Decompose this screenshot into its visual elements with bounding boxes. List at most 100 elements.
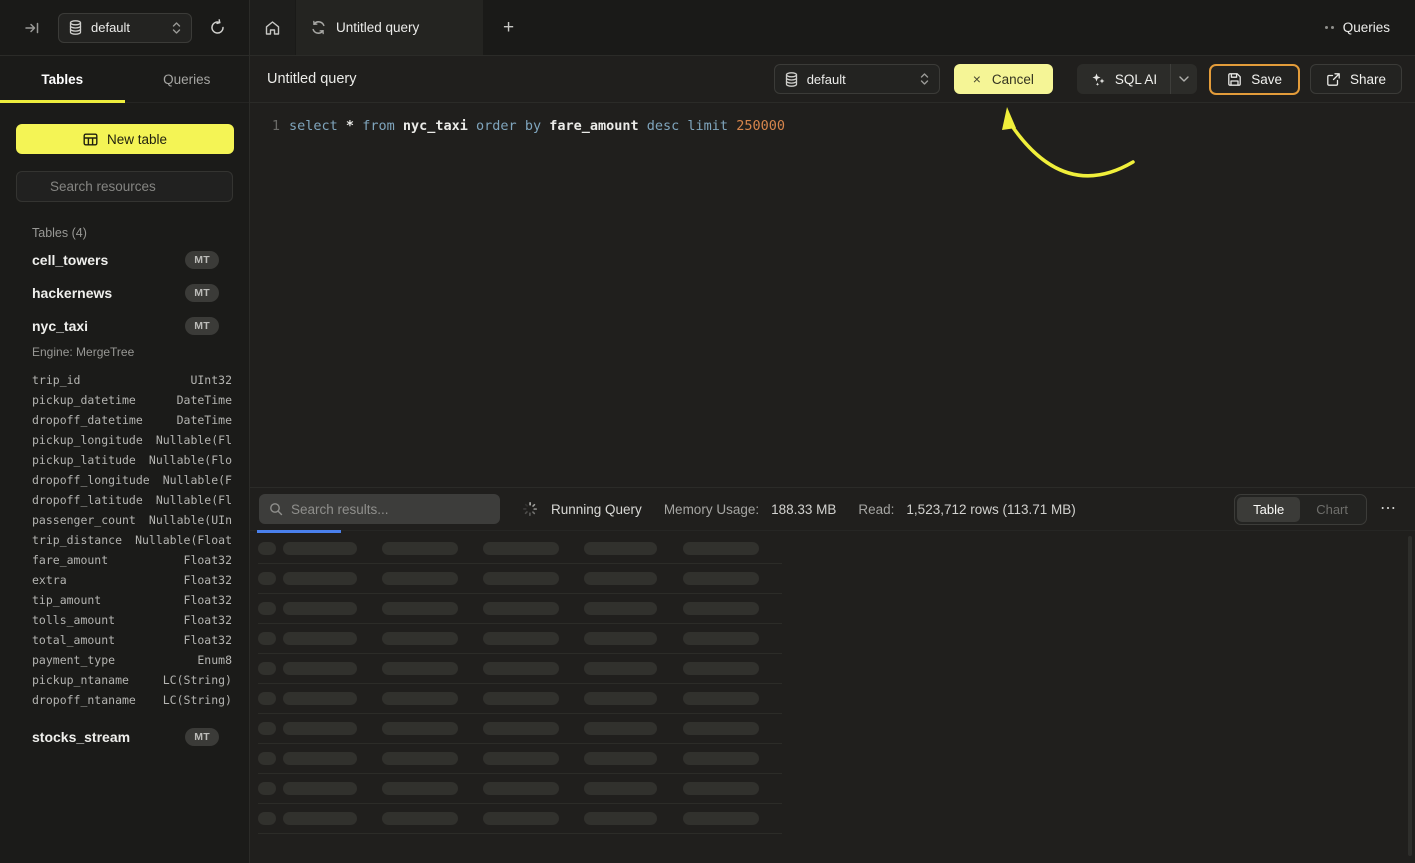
- skeleton-cell: [258, 782, 276, 795]
- results-panel: Running Query Memory Usage: 188.33 MB Re…: [250, 487, 1415, 863]
- sql-token: [354, 118, 362, 134]
- skeleton-cell: [382, 542, 458, 555]
- skeleton-cell: [683, 752, 759, 765]
- column-row: trip_idUInt32: [32, 370, 232, 390]
- skeleton-cell: [683, 812, 759, 825]
- skeleton-cell: [283, 812, 357, 825]
- results-toolbar: Running Query Memory Usage: 188.33 MB Re…: [250, 488, 1415, 531]
- table-name: nyc_taxi: [32, 318, 88, 334]
- query-database-value: default: [807, 72, 846, 87]
- table-row-hackernews[interactable]: hackernews MT: [0, 276, 249, 309]
- skeleton-cell: [483, 722, 559, 735]
- sidebar-tab-tables-label: Tables: [41, 72, 83, 87]
- queries-nav-link[interactable]: Queries: [1325, 0, 1415, 55]
- engine-info: Engine: MergeTree: [0, 342, 249, 364]
- home-button[interactable]: [250, 0, 295, 55]
- skeleton-cell: [584, 782, 657, 795]
- skeleton-row: [258, 594, 782, 624]
- query-database-selector[interactable]: default: [774, 64, 940, 94]
- share-label: Share: [1350, 72, 1386, 87]
- sidebar-tab-tables[interactable]: Tables: [0, 56, 125, 102]
- skeleton-cell: [283, 632, 357, 645]
- skeleton-row: [258, 684, 782, 714]
- column-type: Float32: [184, 613, 232, 627]
- skeleton-cell: [283, 782, 357, 795]
- sidebar-tabs: Tables Queries: [0, 56, 249, 103]
- column-type: Nullable(Fl: [156, 493, 232, 507]
- table-name: stocks_stream: [32, 729, 130, 745]
- column-name: fare_amount: [32, 553, 108, 567]
- skeleton-row: [258, 564, 782, 594]
- sidebar-search-input[interactable]: [50, 179, 222, 194]
- engine-badge: MT: [185, 728, 219, 746]
- new-table-button[interactable]: New table: [16, 124, 234, 154]
- new-table-label: New table: [107, 132, 167, 147]
- skeleton-row: [258, 654, 782, 684]
- skeleton-cell: [283, 572, 357, 585]
- sql-token: order: [476, 118, 517, 134]
- table-row-stocks-stream[interactable]: stocks_stream MT: [0, 720, 249, 753]
- view-toggle-table-label: Table: [1253, 502, 1284, 517]
- column-name: pickup_datetime: [32, 393, 136, 407]
- column-type: Float32: [184, 593, 232, 607]
- topbar: default: [0, 0, 1415, 56]
- skeleton-cell: [683, 572, 759, 585]
- skeleton-cell: [382, 572, 458, 585]
- more-icon: ⋯: [1380, 500, 1397, 517]
- column-name: dropoff_datetime: [32, 413, 143, 427]
- results-search: [259, 494, 500, 524]
- save-icon: [1227, 72, 1242, 87]
- refresh-button[interactable]: [207, 17, 228, 38]
- skeleton-cell: [258, 812, 276, 825]
- new-tab-button[interactable]: +: [484, 0, 533, 55]
- table-name: cell_towers: [32, 252, 108, 268]
- column-name: dropoff_latitude: [32, 493, 143, 507]
- sql-code-line[interactable]: select * from nyc_taxi order by fare_amo…: [289, 116, 785, 136]
- table-row-nyc-taxi[interactable]: nyc_taxi MT: [0, 309, 249, 342]
- column-name: dropoff_ntaname: [32, 693, 136, 707]
- results-search-input[interactable]: [291, 502, 490, 517]
- save-button[interactable]: Save: [1209, 64, 1300, 95]
- collapse-sidebar-icon: [24, 20, 41, 36]
- sql-token: [517, 118, 525, 134]
- tab-untitled-query[interactable]: Untitled query: [296, 0, 483, 55]
- column-name: dropoff_longitude: [32, 473, 150, 487]
- share-button[interactable]: Share: [1310, 64, 1402, 94]
- sidebar-tab-queries[interactable]: Queries: [125, 56, 250, 102]
- skeleton-cell: [584, 752, 657, 765]
- skeleton-cell: [382, 602, 458, 615]
- skeleton-cell: [283, 602, 357, 615]
- sql-ai-dropdown-button[interactable]: [1171, 64, 1197, 94]
- skeleton-cell: [258, 662, 276, 675]
- sql-token: [468, 118, 476, 134]
- skeleton-cell: [683, 782, 759, 795]
- skeleton-cell: [258, 752, 276, 765]
- column-name: payment_type: [32, 653, 115, 667]
- view-toggle-chart[interactable]: Chart: [1300, 497, 1364, 522]
- nyc-taxi-columns: trip_idUInt32pickup_datetimeDateTimedrop…: [0, 364, 249, 712]
- home-icon: [264, 20, 281, 36]
- column-row: passenger_countNullable(UIn: [32, 510, 232, 530]
- skeleton-cell: [258, 572, 276, 585]
- results-scrollbar[interactable]: [1408, 536, 1412, 856]
- tables-section-header: Tables (4): [32, 226, 233, 240]
- view-toggle-table[interactable]: Table: [1237, 497, 1300, 522]
- search-icon: [27, 180, 41, 194]
- query-status: Running Query: [522, 501, 642, 517]
- tab-title: Untitled query: [336, 20, 419, 35]
- topbar-database-selector[interactable]: default: [58, 13, 192, 43]
- column-row: trip_distanceNullable(Float: [32, 530, 232, 550]
- sql-ai-button[interactable]: SQL AI: [1077, 64, 1170, 94]
- spinner-icon: [522, 501, 538, 517]
- skeleton-cell: [382, 662, 458, 675]
- cancel-button[interactable]: × Cancel: [954, 64, 1053, 94]
- queries-nav-label: Queries: [1343, 20, 1390, 35]
- skeleton-cell: [483, 692, 559, 705]
- table-row-cell-towers[interactable]: cell_towers MT: [0, 243, 249, 276]
- more-options-button[interactable]: ⋯: [1380, 501, 1397, 517]
- plus-icon: +: [503, 17, 514, 38]
- sql-token: desc: [647, 118, 680, 134]
- skeleton-cell: [382, 782, 458, 795]
- collapse-sidebar-button[interactable]: [22, 18, 43, 38]
- skeleton-cell: [258, 692, 276, 705]
